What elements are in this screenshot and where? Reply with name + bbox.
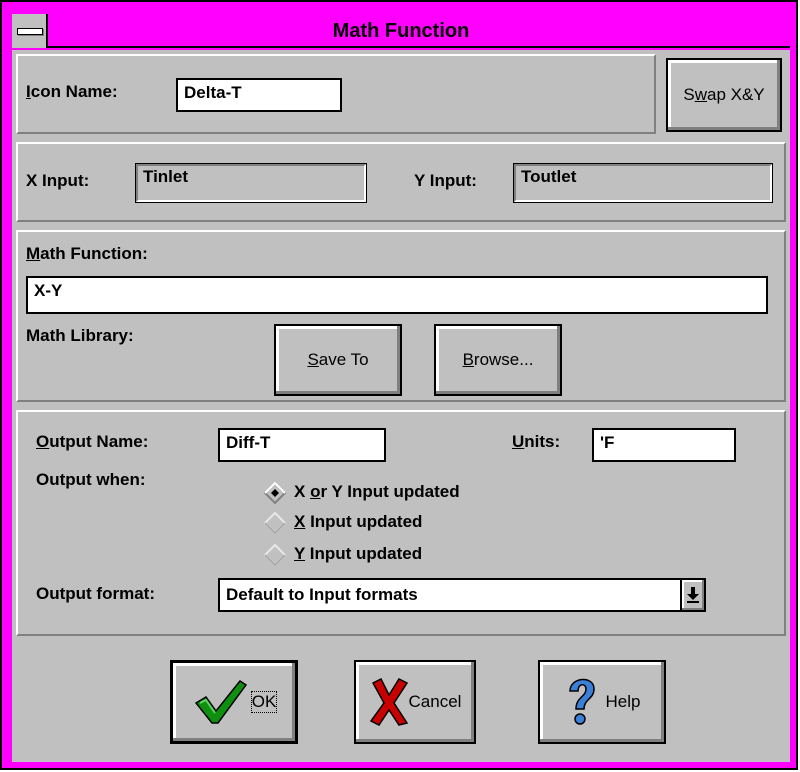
output-panel: Output Name: Diff-T Units: 'F Output whe… — [16, 410, 786, 636]
output-format-select[interactable]: Default to Input formats — [218, 578, 706, 612]
inputs-panel: X Input: Tinlet Y Input: Toutlet — [16, 142, 786, 222]
icon-name-panel: Icon Name: Delta-T — [16, 54, 656, 134]
checkmark-icon — [194, 679, 247, 724]
browse-label: Browse... — [462, 350, 534, 369]
chevron-down-icon — [687, 587, 699, 603]
help-label: Help — [605, 692, 641, 711]
dropdown-arrow-button[interactable] — [680, 580, 704, 610]
output-when-radio-group: X or Y Input updated X Input updated Y I… — [264, 480, 564, 580]
question-mark-icon — [568, 678, 595, 725]
output-name-label: Output Name: — [36, 432, 149, 451]
cancel-button[interactable]: Cancel — [354, 660, 476, 744]
y-input-value: Toutlet — [513, 163, 773, 203]
math-function-input[interactable]: X-Y — [26, 276, 768, 314]
output-format-label: Output format: — [36, 584, 155, 603]
units-label: Units: — [512, 432, 561, 451]
radio-y-label: Y Input updated — [294, 544, 423, 563]
radio-y-updated[interactable]: Y Input updated — [264, 542, 554, 570]
ok-label: OK — [250, 691, 278, 713]
y-input-label: Y Input: — [414, 171, 477, 190]
output-when-label: Output when: — [36, 470, 146, 489]
x-input-value: Tinlet — [135, 163, 367, 203]
radio-x-label: X Input updated — [294, 512, 423, 531]
cancel-label: Cancel — [408, 692, 462, 711]
math-function-panel: Math Function: X-Y Math Library: Save To… — [16, 230, 786, 402]
radio-x-updated[interactable]: X Input updated — [264, 510, 554, 538]
units-input[interactable]: 'F — [592, 428, 736, 462]
swap-xy-label: Swap X&Y — [683, 85, 765, 104]
radio-selected-icon — [264, 482, 286, 504]
x-input-label: X Input: — [26, 171, 90, 190]
window-title: Math Function — [332, 20, 470, 42]
icon-name-label: Icon Name: — [26, 82, 118, 101]
dialog-window: Math Function Icon Name: Delta-T Swap X&… — [0, 0, 798, 770]
radio-x-or-y-label: X or Y Input updated — [294, 482, 460, 501]
ok-button[interactable]: OK — [170, 660, 298, 744]
output-name-input[interactable]: Diff-T — [218, 428, 386, 462]
save-to-label: Save To — [307, 350, 369, 369]
dialog-client-area: Icon Name: Delta-T Swap X&Y X Input: Tin… — [12, 50, 790, 762]
help-button[interactable]: Help — [538, 660, 666, 744]
radio-unselected-icon — [264, 512, 286, 534]
math-library-label: Math Library: — [26, 326, 134, 345]
browse-button[interactable]: Browse... — [434, 324, 562, 396]
x-cross-icon — [369, 677, 408, 726]
radio-unselected-icon — [264, 544, 286, 566]
save-to-button[interactable]: Save To — [274, 324, 402, 396]
output-format-value: Default to Input formats — [226, 585, 418, 604]
icon-name-input[interactable]: Delta-T — [176, 78, 342, 112]
radio-x-or-y-updated[interactable]: X or Y Input updated — [264, 480, 554, 508]
swap-xy-button[interactable]: Swap X&Y — [666, 58, 782, 132]
math-function-label: Math Function: — [26, 244, 148, 263]
title-bar: Math Function — [12, 14, 790, 48]
